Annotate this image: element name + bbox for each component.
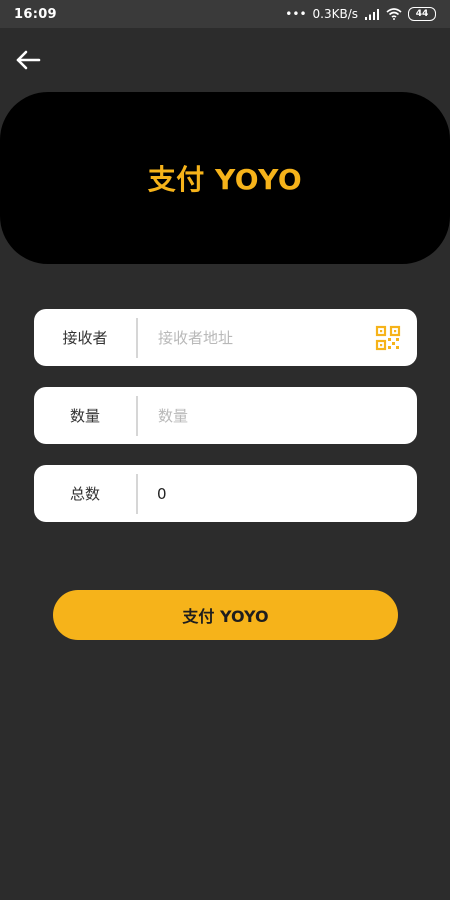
receiver-row: 接收者 <box>34 309 417 366</box>
qr-code-icon <box>375 325 401 350</box>
amount-row: 数量 <box>34 387 417 444</box>
amount-input[interactable] <box>138 387 417 444</box>
status-time: 16:09 <box>14 6 57 22</box>
page-title: 支付 YOYO <box>147 163 303 196</box>
pay-screen: 16:09 ••• 0.3KB/s 44 支付 YOYO 接收者 接收者地址 数… <box>0 0 450 900</box>
signal-icon <box>365 9 379 20</box>
back-button[interactable] <box>12 46 44 74</box>
network-speed: 0.3KB/s <box>312 7 358 21</box>
status-indicators: ••• 0.3KB/s 44 <box>285 7 436 21</box>
receiver-label: 接收者 <box>62 329 108 347</box>
status-bar: 16:09 ••• 0.3KB/s 44 <box>0 0 450 28</box>
header-card: 支付 YOYO <box>0 92 450 264</box>
wifi-icon <box>386 8 402 20</box>
total-value: 0 <box>157 484 167 503</box>
total-row: 总数 0 <box>34 465 417 522</box>
back-arrow-icon <box>16 50 41 70</box>
pay-button[interactable]: 支付 YOYO <box>53 590 398 640</box>
receiver-address-input[interactable] <box>138 309 373 366</box>
amount-label: 数量 <box>69 407 100 425</box>
battery-icon: 44 <box>408 7 436 21</box>
scan-qr-button[interactable] <box>373 323 403 353</box>
notification-dots: ••• <box>285 7 307 21</box>
total-label: 总数 <box>69 485 100 503</box>
